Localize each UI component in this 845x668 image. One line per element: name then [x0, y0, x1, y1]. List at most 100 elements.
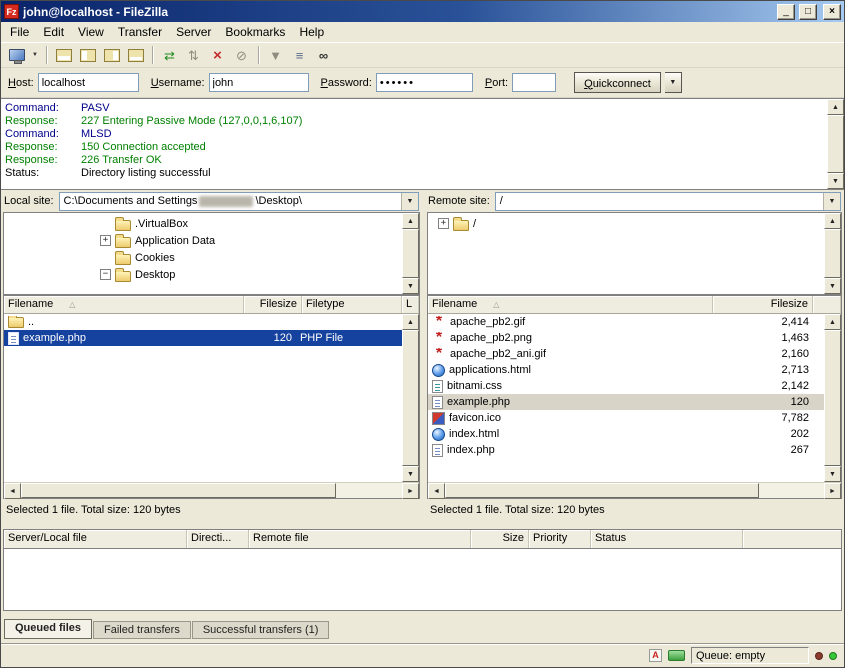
site-manager-dropdown-caret[interactable]: [29, 44, 41, 66]
scrollbar-thumb[interactable]: [445, 483, 759, 498]
file-row-example-php[interactable]: example.php 120 PHP File: [4, 330, 402, 346]
column-header-filesize[interactable]: Filesize: [244, 296, 302, 313]
log-vertical-scrollbar[interactable]: [827, 99, 844, 189]
file-row[interactable]: bitnami.css 2,142: [428, 378, 824, 394]
tree-item-application-data[interactable]: +Application Data: [4, 232, 401, 249]
remote-list-scrollbar[interactable]: [824, 314, 841, 482]
cancel-operation-button[interactable]: ×: [206, 44, 229, 66]
toggle-remote-tree-button[interactable]: [100, 44, 123, 66]
tab-failed-transfers[interactable]: Failed transfers: [93, 621, 191, 639]
column-header-last-modified[interactable]: L: [402, 296, 419, 313]
menu-file[interactable]: File: [3, 23, 36, 41]
file-row[interactable]: apache_pb2.gif 2,414: [428, 314, 824, 330]
column-header-direction[interactable]: Directi...: [187, 530, 249, 548]
file-row[interactable]: index.php 267: [428, 442, 824, 458]
scroll-right-button[interactable]: [824, 483, 841, 499]
menu-view[interactable]: View: [71, 23, 111, 41]
local-site-combo[interactable]: C:\Documents and Settings\Desktop\: [59, 192, 419, 211]
column-header-remote-file[interactable]: Remote file: [249, 530, 471, 548]
scroll-down-button[interactable]: [402, 278, 419, 294]
encryption-indicator-icon: [668, 650, 685, 661]
scroll-up-button[interactable]: [402, 213, 419, 229]
column-header-status[interactable]: Status: [591, 530, 743, 548]
scroll-up-button[interactable]: [402, 314, 419, 330]
find-files-button[interactable]: ∞: [312, 44, 335, 66]
combo-dropdown-button[interactable]: [823, 193, 840, 210]
column-header-size[interactable]: Size: [471, 530, 529, 548]
toggle-local-tree-button[interactable]: [76, 44, 99, 66]
tab-queued-files[interactable]: Queued files: [4, 619, 92, 639]
scrollbar-thumb[interactable]: [21, 483, 336, 498]
file-row-example-php-remote[interactable]: example.php 120: [428, 394, 824, 410]
column-header-filename[interactable]: Filename: [428, 296, 713, 313]
local-list-horizontal-scrollbar[interactable]: [4, 482, 419, 498]
password-input[interactable]: [376, 73, 473, 92]
file-row[interactable]: favicon.ico 7,782: [428, 410, 824, 426]
column-header-filename[interactable]: Filename: [4, 296, 244, 313]
apache-file-icon: [432, 349, 446, 359]
menu-transfer[interactable]: Transfer: [111, 23, 169, 41]
scroll-down-button[interactable]: [824, 466, 841, 482]
local-pane: Local site: C:\Documents and Settings\De…: [1, 190, 420, 523]
column-header-priority[interactable]: Priority: [529, 530, 591, 548]
menu-bookmarks[interactable]: Bookmarks: [218, 23, 292, 41]
maximize-button[interactable]: □: [799, 4, 817, 20]
pane-splitter[interactable]: [420, 190, 427, 523]
host-input[interactable]: [38, 73, 139, 92]
menu-edit[interactable]: Edit: [36, 23, 71, 41]
menu-server[interactable]: Server: [169, 23, 218, 41]
scroll-up-button[interactable]: [824, 314, 841, 330]
minimize-button[interactable]: _: [777, 4, 795, 20]
directory-comparison-button[interactable]: ≡: [288, 44, 311, 66]
column-header-filetype[interactable]: Filetype: [302, 296, 402, 313]
column-header-filesize[interactable]: Filesize: [713, 296, 813, 313]
file-row[interactable]: applications.html 2,713: [428, 362, 824, 378]
toggle-message-log-button[interactable]: [52, 44, 75, 66]
username-input[interactable]: [209, 73, 309, 92]
scrollbar-thumb[interactable]: [824, 330, 841, 466]
scrollbar-thumb[interactable]: [824, 229, 841, 278]
quickconnect-button[interactable]: Quickconnect: [574, 72, 661, 93]
site-manager-button[interactable]: [5, 44, 28, 66]
local-tree-scrollbar[interactable]: [402, 213, 419, 294]
combo-dropdown-button[interactable]: [401, 193, 418, 210]
quickconnect-dropdown-button[interactable]: [665, 72, 682, 93]
close-button[interactable]: ×: [823, 4, 841, 20]
column-header-server-local-file[interactable]: Server/Local file: [4, 530, 187, 548]
transfer-queue-list[interactable]: [3, 548, 842, 611]
tab-successful-transfers[interactable]: Successful transfers (1): [192, 621, 330, 639]
scroll-up-button[interactable]: [827, 99, 844, 115]
disconnect-button[interactable]: ⊘: [230, 44, 253, 66]
refresh-button[interactable]: ⇄: [158, 44, 181, 66]
scroll-down-button[interactable]: [827, 173, 844, 189]
scrollbar-thumb[interactable]: [402, 330, 419, 466]
file-row[interactable]: apache_pb2_ani.gif 2,160: [428, 346, 824, 362]
tree-item-cookies[interactable]: Cookies: [4, 249, 401, 266]
log-line: Response:150 Connection accepted: [5, 141, 824, 154]
port-input[interactable]: [512, 73, 556, 92]
scrollbar-thumb[interactable]: [827, 115, 844, 173]
scroll-right-button[interactable]: [402, 483, 419, 499]
scrollbar-thumb[interactable]: [402, 229, 419, 278]
tree-item-desktop[interactable]: −Desktop: [4, 266, 401, 283]
toolbar: ⇄ ⇅ × ⊘ ▼ ≡ ∞: [1, 42, 844, 68]
tree-item-root[interactable]: +/: [428, 215, 823, 232]
file-row[interactable]: apache_pb2.png 1,463: [428, 330, 824, 346]
scroll-down-button[interactable]: [402, 466, 419, 482]
scroll-up-button[interactable]: [824, 213, 841, 229]
host-label: Host:: [8, 77, 34, 89]
remote-list-horizontal-scrollbar[interactable]: [428, 482, 841, 498]
toggle-queue-button[interactable]: [124, 44, 147, 66]
scroll-left-button[interactable]: [428, 483, 445, 499]
remote-site-combo[interactable]: /: [495, 192, 841, 211]
menu-help[interactable]: Help: [292, 23, 331, 41]
local-list-scrollbar[interactable]: [402, 314, 419, 482]
scroll-down-button[interactable]: [824, 278, 841, 294]
file-row-parent-dir[interactable]: ..: [4, 314, 402, 330]
file-row[interactable]: index.html 202: [428, 426, 824, 442]
scroll-left-button[interactable]: [4, 483, 21, 499]
remote-tree-scrollbar[interactable]: [824, 213, 841, 294]
process-queue-button[interactable]: ⇅: [182, 44, 205, 66]
filter-button[interactable]: ▼: [264, 44, 287, 66]
tree-item-virtualbox[interactable]: .VirtualBox: [4, 215, 401, 232]
